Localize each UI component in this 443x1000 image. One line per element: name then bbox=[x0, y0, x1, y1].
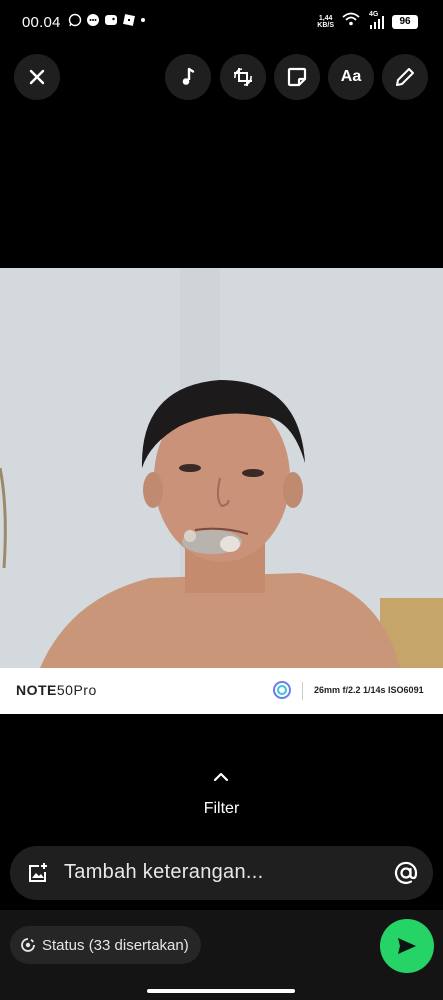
watermark-brand: NOTE50Pro bbox=[16, 682, 97, 698]
pencil-icon bbox=[396, 68, 414, 86]
network-speed: 1,44 KB/S bbox=[317, 14, 334, 29]
watermark-specs: 26mm f/2.2 1/14s ISO6091 bbox=[314, 685, 424, 695]
send-button[interactable] bbox=[380, 919, 434, 973]
status-chip-label: Status (33 disertakan) bbox=[42, 936, 189, 954]
cell-signal-icon: 4G bbox=[368, 11, 384, 30]
photo-preview[interactable] bbox=[0, 268, 443, 668]
caption-input-bar[interactable]: Tambah keterangan... bbox=[10, 846, 433, 900]
more-dot-icon bbox=[140, 13, 146, 27]
text-button[interactable]: Aa bbox=[328, 54, 374, 100]
close-button[interactable] bbox=[14, 54, 60, 100]
system-indicators: 1,44 KB/S 4G 96 bbox=[317, 11, 418, 31]
close-icon bbox=[29, 69, 45, 85]
chevron-up-icon[interactable] bbox=[209, 768, 233, 786]
status-audience-chip[interactable]: Status (33 disertakan) bbox=[10, 926, 201, 964]
roblox-icon bbox=[122, 13, 136, 27]
wifi-icon bbox=[342, 12, 360, 31]
send-icon bbox=[398, 938, 416, 954]
ai-camera-logo-icon bbox=[273, 681, 291, 699]
battery-indicator: 96 bbox=[392, 14, 418, 29]
game-icon bbox=[104, 13, 118, 27]
draw-button[interactable] bbox=[382, 54, 428, 100]
status-ring-icon bbox=[21, 938, 35, 952]
text-tool-label: Aa bbox=[340, 68, 362, 85]
add-media-icon[interactable] bbox=[26, 861, 50, 885]
chat-bubble-icon bbox=[86, 13, 100, 27]
home-indicator[interactable] bbox=[147, 989, 295, 993]
clock: 00.04 bbox=[22, 14, 61, 31]
sticker-icon bbox=[287, 67, 307, 87]
music-button[interactable] bbox=[165, 54, 211, 100]
filter-label[interactable]: Filter bbox=[0, 800, 443, 818]
camera-watermark: NOTE50Pro 26mm f/2.2 1/14s ISO6091 bbox=[0, 668, 443, 714]
mention-at-icon[interactable] bbox=[393, 860, 419, 886]
caption-input[interactable]: Tambah keterangan... bbox=[64, 861, 263, 884]
music-note-icon bbox=[182, 67, 195, 85]
sticker-button[interactable] bbox=[274, 54, 320, 100]
selfie-image bbox=[0, 268, 443, 668]
crop-rotate-button[interactable] bbox=[220, 54, 266, 100]
whatsapp-icon bbox=[68, 13, 82, 27]
system-status-bar: 00.04 1,44 KB/S 4G 96 bbox=[0, 0, 443, 44]
watermark-divider bbox=[302, 682, 303, 700]
notification-icons bbox=[68, 13, 146, 27]
crop-rotate-icon bbox=[234, 68, 252, 86]
